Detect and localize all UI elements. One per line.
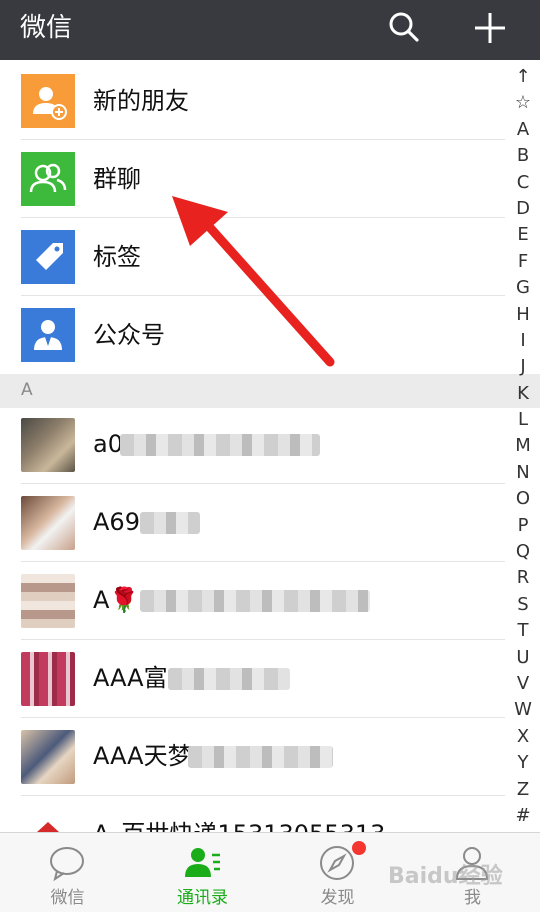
entry-official-accounts[interactable]: 公众号: [0, 296, 505, 374]
section-header-a: A: [0, 374, 540, 408]
entry-label: 标签: [93, 243, 141, 271]
contact-name: AAA天梦: [93, 742, 192, 770]
avatar: [21, 574, 75, 628]
index-letter[interactable]: T: [508, 618, 538, 644]
add-friend-icon: [21, 74, 75, 128]
alphabet-index[interactable]: ↑ ☆ A B C D E F G H I J K L M N O P Q R S T U V W X Y Z #: [508, 64, 538, 829]
index-letter[interactable]: U: [508, 645, 538, 671]
tab-label: 发现: [320, 888, 355, 908]
entry-group-chat[interactable]: 群聊: [0, 140, 505, 218]
index-letter[interactable]: F: [508, 249, 538, 275]
index-letter[interactable]: H: [508, 302, 538, 328]
tab-chats[interactable]: 微信: [0, 833, 135, 912]
index-letter[interactable]: N: [508, 460, 538, 486]
blurred-text: [140, 590, 370, 612]
tab-contacts[interactable]: 通讯录: [135, 833, 270, 912]
section-letter: A: [21, 380, 33, 400]
index-letter[interactable]: B: [508, 143, 538, 169]
index-letter[interactable]: D: [508, 196, 538, 222]
compass-icon: [320, 846, 354, 880]
avatar: [21, 418, 75, 472]
contact-row[interactable]: A69: [0, 484, 505, 562]
official-account-icon: [21, 308, 75, 362]
blurred-text: [140, 512, 200, 534]
contacts-icon: [185, 848, 220, 877]
index-letter[interactable]: M: [508, 433, 538, 459]
avatar: [21, 730, 75, 784]
index-letter[interactable]: C: [508, 170, 538, 196]
avatar: [21, 652, 75, 706]
index-letter[interactable]: K: [508, 381, 538, 407]
entry-label: 群聊: [93, 165, 141, 193]
entry-label: 公众号: [93, 321, 165, 349]
contact-name: A🌹: [93, 586, 140, 614]
app-title: 微信: [20, 13, 73, 43]
tab-label: 微信: [50, 888, 85, 908]
avatar: [21, 496, 75, 550]
blurred-text: [168, 668, 290, 690]
plus-icon: [475, 13, 505, 43]
group-chat-icon: [21, 152, 75, 206]
tab-discover[interactable]: 发现: [270, 833, 405, 912]
contact-row[interactable]: A🌹: [0, 562, 505, 640]
search-button[interactable]: [385, 8, 425, 48]
index-letter[interactable]: G: [508, 275, 538, 301]
index-letter[interactable]: Q: [508, 539, 538, 565]
index-letter[interactable]: A: [508, 117, 538, 143]
index-letter[interactable]: E: [508, 222, 538, 248]
contact-row[interactable]: a0: [0, 406, 505, 484]
blurred-text: [188, 746, 333, 768]
tab-label: 通讯录: [177, 888, 228, 908]
index-letter[interactable]: ↑: [508, 64, 538, 90]
index-letter[interactable]: ☆: [508, 90, 538, 116]
index-letter[interactable]: V: [508, 671, 538, 697]
index-letter[interactable]: S: [508, 592, 538, 618]
contact-row[interactable]: AAA天梦: [0, 718, 505, 796]
chat-bubble-icon: [50, 847, 84, 882]
index-letter[interactable]: I: [508, 328, 538, 354]
index-letter[interactable]: P: [508, 513, 538, 539]
blurred-text: [120, 434, 320, 456]
index-letter[interactable]: J: [508, 354, 538, 380]
add-button[interactable]: [470, 8, 510, 48]
index-letter[interactable]: X: [508, 724, 538, 750]
index-letter[interactable]: #: [508, 803, 538, 829]
entry-new-friends[interactable]: 新的朋友: [0, 62, 505, 140]
contact-name: A69: [93, 508, 140, 536]
contact-row[interactable]: AAA富: [0, 640, 505, 718]
search-icon: [389, 12, 419, 42]
contacts-screen: 微信 新的朋友 群聊 标签 公众号 A a0 A69 A🌹 AAA富 AAA天梦…: [0, 0, 540, 912]
entry-tags[interactable]: 标签: [0, 218, 505, 296]
contact-name: a0: [93, 430, 123, 458]
top-bar: 微信: [0, 0, 540, 60]
watermark: Baidu经验: [388, 864, 503, 889]
discover-badge: [352, 841, 366, 855]
index-letter[interactable]: W: [508, 697, 538, 723]
index-letter[interactable]: O: [508, 486, 538, 512]
index-letter[interactable]: Y: [508, 750, 538, 776]
index-letter[interactable]: R: [508, 565, 538, 591]
index-letter[interactable]: L: [508, 407, 538, 433]
index-letter[interactable]: Z: [508, 777, 538, 803]
tag-icon: [21, 230, 75, 284]
contact-name: AAA富: [93, 664, 168, 692]
entry-label: 新的朋友: [93, 87, 189, 115]
